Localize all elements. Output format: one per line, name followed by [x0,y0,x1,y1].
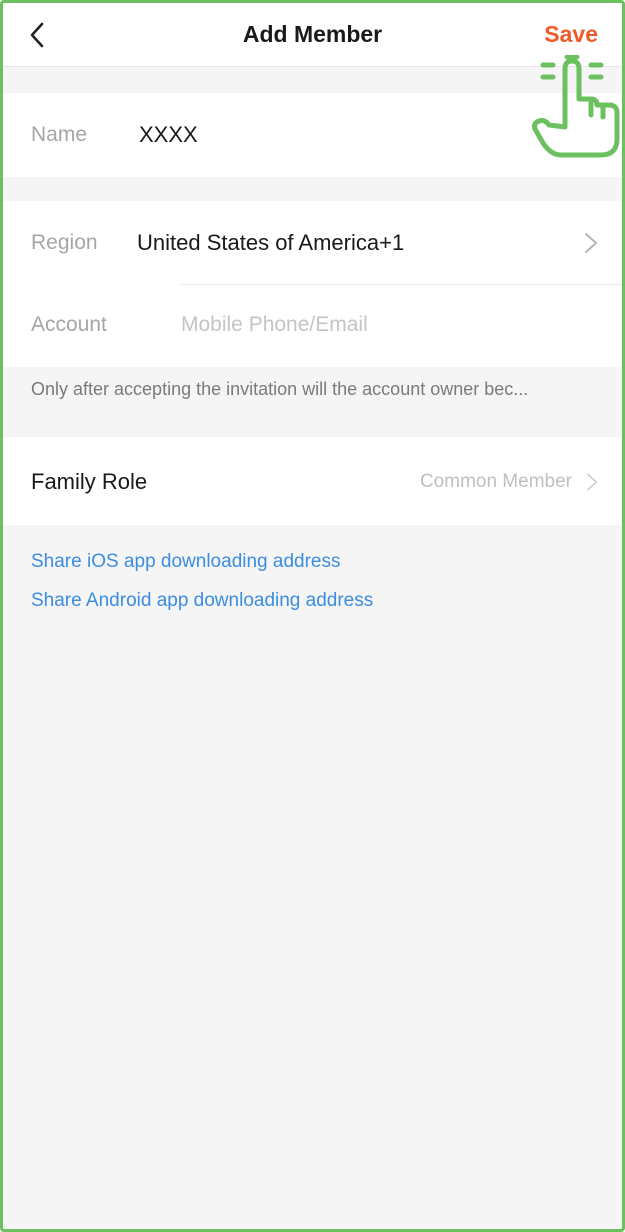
tap-hand-icon [532,55,620,158]
app-screen: Add Member Save Name XXXX Region United … [0,0,625,1232]
share-android-link[interactable]: Share Android app downloading address [31,590,373,612]
family-role-value: Common Member [419,471,572,492]
navigation-bar: Add Member Save [3,3,622,67]
name-row[interactable]: Name XXXX [3,93,622,177]
chevron-right-icon [586,473,598,491]
region-row[interactable]: Region United States of America+1 [3,201,622,284]
region-value: United States of America+1 [137,230,405,255]
account-row[interactable]: Account Mobile Phone/Email [3,285,622,367]
family-role-label: Family Role [31,469,148,494]
account-label: Account [31,313,107,336]
region-label: Region [31,231,98,254]
chevron-right-icon [585,233,597,253]
save-button[interactable]: Save [544,21,598,48]
invitation-hint: Only after accepting the invitation will… [31,379,529,399]
share-ios-link[interactable]: Share iOS app downloading address [31,551,340,573]
region-account-group: Region United States of America+1 Accoun… [3,201,622,367]
name-label: Name [31,123,88,146]
page-title: Add Member [242,21,383,47]
name-value: XXXX [139,122,198,147]
account-input[interactable]: Mobile Phone/Email [181,313,368,337]
